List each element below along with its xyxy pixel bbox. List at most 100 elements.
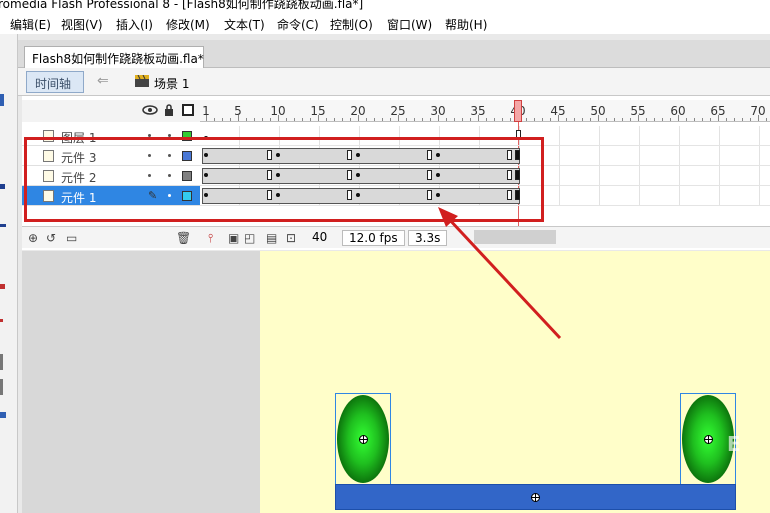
ruler-tick (526, 118, 527, 121)
ruler-tick (246, 118, 247, 121)
registration-point-icon (704, 435, 713, 444)
stroke-color-icon[interactable] (0, 354, 3, 370)
lasso-tool-icon[interactable] (0, 184, 5, 189)
scene-label[interactable]: 场景 1 (154, 75, 189, 92)
document-tab[interactable]: Flash8如何制作跷跷板动画.fla* (24, 46, 204, 68)
ruler-tick (382, 118, 383, 121)
ruler-tick (270, 118, 271, 121)
modify-onion-markers-icon[interactable]: ⊡ (286, 231, 296, 245)
ruler-tick (294, 118, 295, 121)
ruler-tick (670, 118, 671, 121)
frame-ruler[interactable]: 1510152025303540455055606570 (200, 100, 770, 122)
insert-layer-icon[interactable]: ⊕ (28, 231, 38, 245)
ruler-tick (646, 118, 647, 121)
ruler-label: 35 (470, 104, 486, 118)
timeline-footer: ⊕ ↺ ▭ 🗑 ⫯ ▣ ◰ ▤ ⊡ 40 12.0 fps 3.3s (22, 226, 770, 248)
onion-outline-icon[interactable]: ◰ (244, 231, 255, 245)
pen-tool-icon[interactable] (0, 224, 6, 227)
ruler-tick (710, 118, 711, 121)
ruler-label: 1 (202, 104, 210, 118)
ink-tool-icon[interactable] (0, 319, 3, 322)
ruler-tick (326, 118, 327, 121)
menu-help[interactable]: 帮助(H) (445, 16, 487, 33)
ruler-tick (726, 118, 727, 121)
ruler-label: 65 (710, 104, 726, 118)
ruler-tick (422, 118, 423, 121)
brush-tool-icon[interactable] (0, 284, 5, 289)
onion-skin-icon[interactable]: ▣ (228, 231, 239, 245)
ruler-tick (350, 118, 351, 121)
ruler-tick (494, 118, 495, 121)
ruler-tick (414, 118, 415, 121)
fill-color-icon[interactable] (0, 379, 3, 395)
timeline-toggle-button[interactable]: 时间轴 (26, 71, 84, 93)
add-guide-layer-icon[interactable]: ↺ (46, 231, 56, 245)
menu-view[interactable]: 视图(V) (61, 16, 103, 33)
ruler-tick (342, 118, 343, 121)
edit-multiple-frames-icon[interactable]: ▤ (266, 231, 277, 245)
menu-commands[interactable]: 命令(C) (277, 16, 319, 33)
menu-edit[interactable]: 编辑(E) (10, 16, 51, 33)
ruler-tick (510, 118, 511, 121)
ruler-tick (254, 118, 255, 121)
ruler-tick (486, 118, 487, 121)
ruler-tick (230, 118, 231, 121)
ruler-tick (566, 118, 567, 121)
ruler-tick (334, 118, 335, 121)
ruler-label: 30 (430, 104, 446, 118)
annotation-rectangle (24, 137, 544, 222)
ruler-tick (614, 118, 615, 121)
ruler-label: 60 (670, 104, 686, 118)
ruler-tick (502, 118, 503, 121)
ruler-tick (302, 118, 303, 121)
center-frame-icon[interactable]: ⫯ (208, 231, 213, 246)
frame-rate: 12.0 fps (342, 230, 405, 246)
eye-icon[interactable] (142, 105, 158, 115)
ruler-tick (310, 118, 311, 121)
back-arrow-icon[interactable]: ⇐ (97, 73, 109, 89)
ruler-tick (702, 118, 703, 121)
ruler-tick (222, 118, 223, 121)
ruler-label: 70 (750, 104, 766, 118)
ruler-tick (574, 118, 575, 121)
ruler-tick (550, 118, 551, 121)
trash-icon[interactable]: 🗑 (176, 231, 191, 245)
ruler-tick (766, 118, 767, 121)
timeline-scrollbar[interactable] (474, 230, 556, 244)
ruler-tick (606, 118, 607, 121)
insert-folder-icon[interactable]: ▭ (66, 231, 77, 245)
menu-window[interactable]: 窗口(W) (387, 16, 432, 33)
ruler-tick (582, 118, 583, 121)
menu-bar: 编辑(E) 视图(V) 插入(I) 修改(M) 文本(T) 命令(C) 控制(O… (0, 12, 770, 34)
ruler-label: 55 (630, 104, 646, 118)
watermark: E (727, 432, 741, 456)
registration-point-icon (359, 435, 368, 444)
ruler-label: 5 (234, 104, 242, 118)
outline-icon[interactable] (182, 104, 194, 116)
tools-panel (0, 34, 18, 513)
subselect-tool-icon[interactable] (0, 94, 4, 106)
menu-modify[interactable]: 修改(M) (166, 16, 210, 33)
ruler-tick (534, 118, 535, 121)
menu-insert[interactable]: 插入(I) (116, 16, 153, 33)
title-bar: romedia Flash Professional 8 - [Flash8如何… (0, 0, 770, 12)
lock-icon[interactable] (164, 104, 174, 116)
ruler-tick (430, 118, 431, 121)
menu-text[interactable]: 文本(T) (224, 16, 265, 33)
document-tab-label: Flash8如何制作跷跷板动画.fla* (32, 52, 204, 66)
ruler-label: 15 (310, 104, 326, 118)
ruler-tick (734, 118, 735, 121)
edit-bar (18, 68, 770, 96)
ruler-label: 25 (390, 104, 406, 118)
ruler-tick (694, 118, 695, 121)
ruler-tick (686, 118, 687, 121)
ruler-tick (590, 118, 591, 121)
swap-color-icon[interactable] (0, 412, 6, 418)
playhead[interactable] (514, 100, 522, 122)
seesaw-board[interactable] (335, 484, 736, 510)
timeline-toggle-label: 时间轴 (35, 77, 72, 91)
menu-control[interactable]: 控制(O) (330, 16, 373, 33)
left-ball-selection[interactable] (335, 393, 391, 485)
ruler-tick (262, 118, 263, 121)
clapperboard-icon (135, 75, 149, 87)
